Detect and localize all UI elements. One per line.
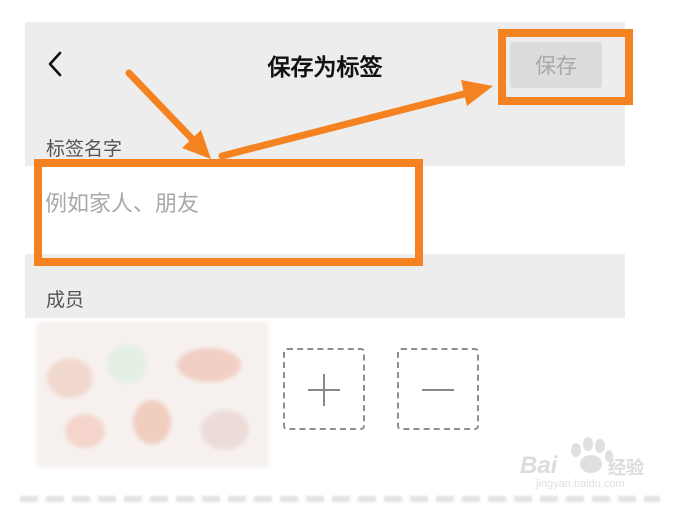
add-member-button[interactable] bbox=[283, 348, 365, 430]
blurred-member-avatars bbox=[37, 322, 269, 468]
app-screen: 保存为标签 保存 标签名字 成员 bbox=[25, 22, 625, 472]
watermark-brand: Bai bbox=[520, 452, 558, 479]
tag-name-section-header: 标签名字 bbox=[25, 126, 625, 166]
members-section-header: 成员 bbox=[25, 254, 625, 318]
tag-name-row bbox=[25, 166, 625, 254]
members-label: 成员 bbox=[46, 289, 85, 311]
navigation-bar: 保存为标签 保存 bbox=[25, 22, 625, 126]
minus-icon bbox=[422, 389, 454, 391]
remove-member-button[interactable] bbox=[397, 348, 479, 430]
back-button[interactable] bbox=[41, 44, 71, 84]
watermark-url: jingyan.baidu.com bbox=[536, 478, 625, 490]
watermark: Bai 经验 jingyan.baidu.com bbox=[512, 436, 662, 492]
plus-icon bbox=[308, 374, 340, 406]
blurred-caption-strip bbox=[0, 492, 682, 507]
tag-name-input[interactable] bbox=[45, 184, 405, 224]
watermark-brand-suffix: 经验 bbox=[608, 458, 644, 479]
chevron-left-icon bbox=[48, 51, 62, 77]
tag-name-label: 标签名字 bbox=[46, 138, 123, 160]
save-button[interactable]: 保存 bbox=[510, 42, 602, 88]
